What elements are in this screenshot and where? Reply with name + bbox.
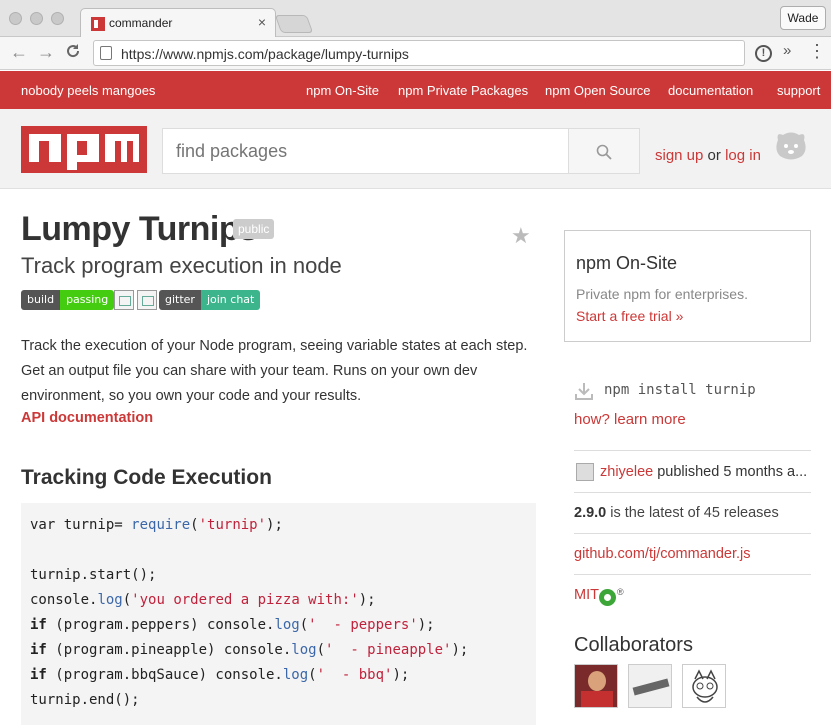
code-line: var turnip= require('turnip'); xyxy=(30,517,283,533)
code-line: turnip.start(); xyxy=(30,567,157,583)
free-trial-link[interactable]: Start a free trial » xyxy=(576,308,683,324)
onsite-subtitle: Private npm for enterprises. xyxy=(576,286,748,302)
browser-tab-bar: commander × Wade xyxy=(0,0,831,38)
browser-tab[interactable]: commander × xyxy=(80,8,276,38)
gitter-badge-status: join chat xyxy=(200,290,261,310)
onsite-promo-box: npm On-Site Private npm for enterprises.… xyxy=(564,230,811,342)
divider xyxy=(574,533,811,534)
menu-icon[interactable]: ⋮ xyxy=(808,41,826,62)
url-text: https://www.npmjs.com/package/lumpy-turn… xyxy=(121,46,409,62)
browser-toolbar: ← → https://www.npmjs.com/package/lumpy-… xyxy=(0,37,831,70)
published-info: zhiyelee published 5 months a... xyxy=(600,464,807,480)
build-badge[interactable]: build passing xyxy=(21,290,115,310)
version-number[interactable]: 2.9.0 xyxy=(574,505,606,521)
minimize-window-button[interactable] xyxy=(30,12,43,25)
search-icon xyxy=(596,144,612,160)
published-text: published 5 months a... xyxy=(653,464,808,480)
license-link[interactable]: MIT xyxy=(574,587,599,603)
public-badge: public xyxy=(233,219,275,239)
forward-arrow-icon[interactable]: → xyxy=(37,42,55,63)
info-icon[interactable]: ! xyxy=(755,45,772,62)
back-arrow-icon[interactable]: ← xyxy=(10,42,28,63)
collaborators-heading: Collaborators xyxy=(574,634,693,656)
maximize-window-button[interactable] xyxy=(51,12,64,25)
nav-link-documentation[interactable]: documentation xyxy=(668,83,753,98)
tagline-link[interactable]: nobody peels mangoes xyxy=(21,83,155,98)
registered-mark: ® xyxy=(617,587,624,597)
publisher-link[interactable]: zhiyelee xyxy=(600,464,653,480)
extensions-icon[interactable]: » xyxy=(783,42,791,59)
gitter-badge[interactable]: gitter join chat xyxy=(159,290,261,310)
tab-close-icon[interactable]: × xyxy=(258,14,266,30)
or-text: or xyxy=(707,147,721,164)
install-command[interactable]: npm install turnip xyxy=(604,382,756,398)
search-input[interactable] xyxy=(162,128,569,174)
code-line: if (program.peppers) console.log(' - pep… xyxy=(30,617,435,633)
package-title: Lumpy Turnips xyxy=(21,210,258,248)
divider xyxy=(574,574,811,575)
api-documentation-link[interactable]: API documentation xyxy=(21,410,153,426)
nav-link-onsite[interactable]: npm On-Site xyxy=(306,83,379,98)
repository-link[interactable]: github.com/tj/commander.js xyxy=(574,546,751,562)
page-icon xyxy=(100,46,112,60)
collaborator-avatar[interactable] xyxy=(682,664,726,708)
close-window-button[interactable] xyxy=(9,12,22,25)
code-block: var turnip= require('turnip'); turnip.st… xyxy=(21,503,536,725)
build-badge-status: passing xyxy=(60,290,115,310)
cat-avatar-icon xyxy=(692,669,718,703)
section-heading: Tracking Code Execution xyxy=(21,466,272,489)
new-tab-button[interactable] xyxy=(274,15,314,33)
address-bar[interactable]: https://www.npmjs.com/package/lumpy-turn… xyxy=(93,40,745,66)
build-badge-label: build xyxy=(21,290,61,310)
code-line: turnip.end(); xyxy=(30,692,140,708)
broken-image-icon xyxy=(137,290,157,310)
package-description: Track the execution of your Node program… xyxy=(21,338,528,404)
gitter-badge-label: gitter xyxy=(159,290,201,310)
login-link[interactable]: log in xyxy=(725,147,761,164)
divider xyxy=(574,492,811,493)
search-button[interactable] xyxy=(568,128,640,174)
onsite-title: npm On-Site xyxy=(576,253,678,273)
publisher-avatar[interactable] xyxy=(576,463,594,481)
version-info: 2.9.0 is the latest of 45 releases xyxy=(574,505,779,521)
signup-link[interactable]: sign up xyxy=(655,147,703,164)
nav-link-open-source[interactable]: npm Open Source xyxy=(545,83,651,98)
nav-link-support[interactable]: support xyxy=(777,83,820,98)
broken-image-icon xyxy=(114,290,134,310)
code-line: console.log('you ordered a pizza with:')… xyxy=(30,592,376,608)
npm-logo[interactable] xyxy=(21,126,147,173)
package-tagline: Track program execution in node xyxy=(21,253,342,278)
auth-links: sign up or log in xyxy=(655,147,761,164)
divider xyxy=(574,450,811,451)
version-text: is the latest of 45 releases xyxy=(606,505,779,521)
code-line: if (program.bbqSauce) console.log(' - bb… xyxy=(30,667,410,683)
npm-favicon-icon xyxy=(91,17,105,31)
how-learn-more-link[interactable]: how? learn more xyxy=(574,411,686,428)
download-icon xyxy=(575,383,593,400)
top-nav: nobody peels mangoes npm On-Site npm Pri… xyxy=(0,71,831,109)
star-icon[interactable]: ★ xyxy=(511,223,531,249)
osi-approved-icon xyxy=(599,589,616,606)
wombat-avatar-icon[interactable] xyxy=(774,130,808,162)
nav-link-private-packages[interactable]: npm Private Packages xyxy=(398,83,528,98)
code-line: if (program.pineapple) console.log(' - p… xyxy=(30,642,469,658)
profile-button[interactable]: Wade xyxy=(780,6,826,30)
site-header: sign up or log in xyxy=(0,109,831,189)
collaborator-avatar[interactable] xyxy=(628,664,672,708)
collaborator-avatar[interactable] xyxy=(574,664,618,708)
tab-title: commander xyxy=(109,16,173,30)
reload-icon[interactable] xyxy=(65,43,81,64)
